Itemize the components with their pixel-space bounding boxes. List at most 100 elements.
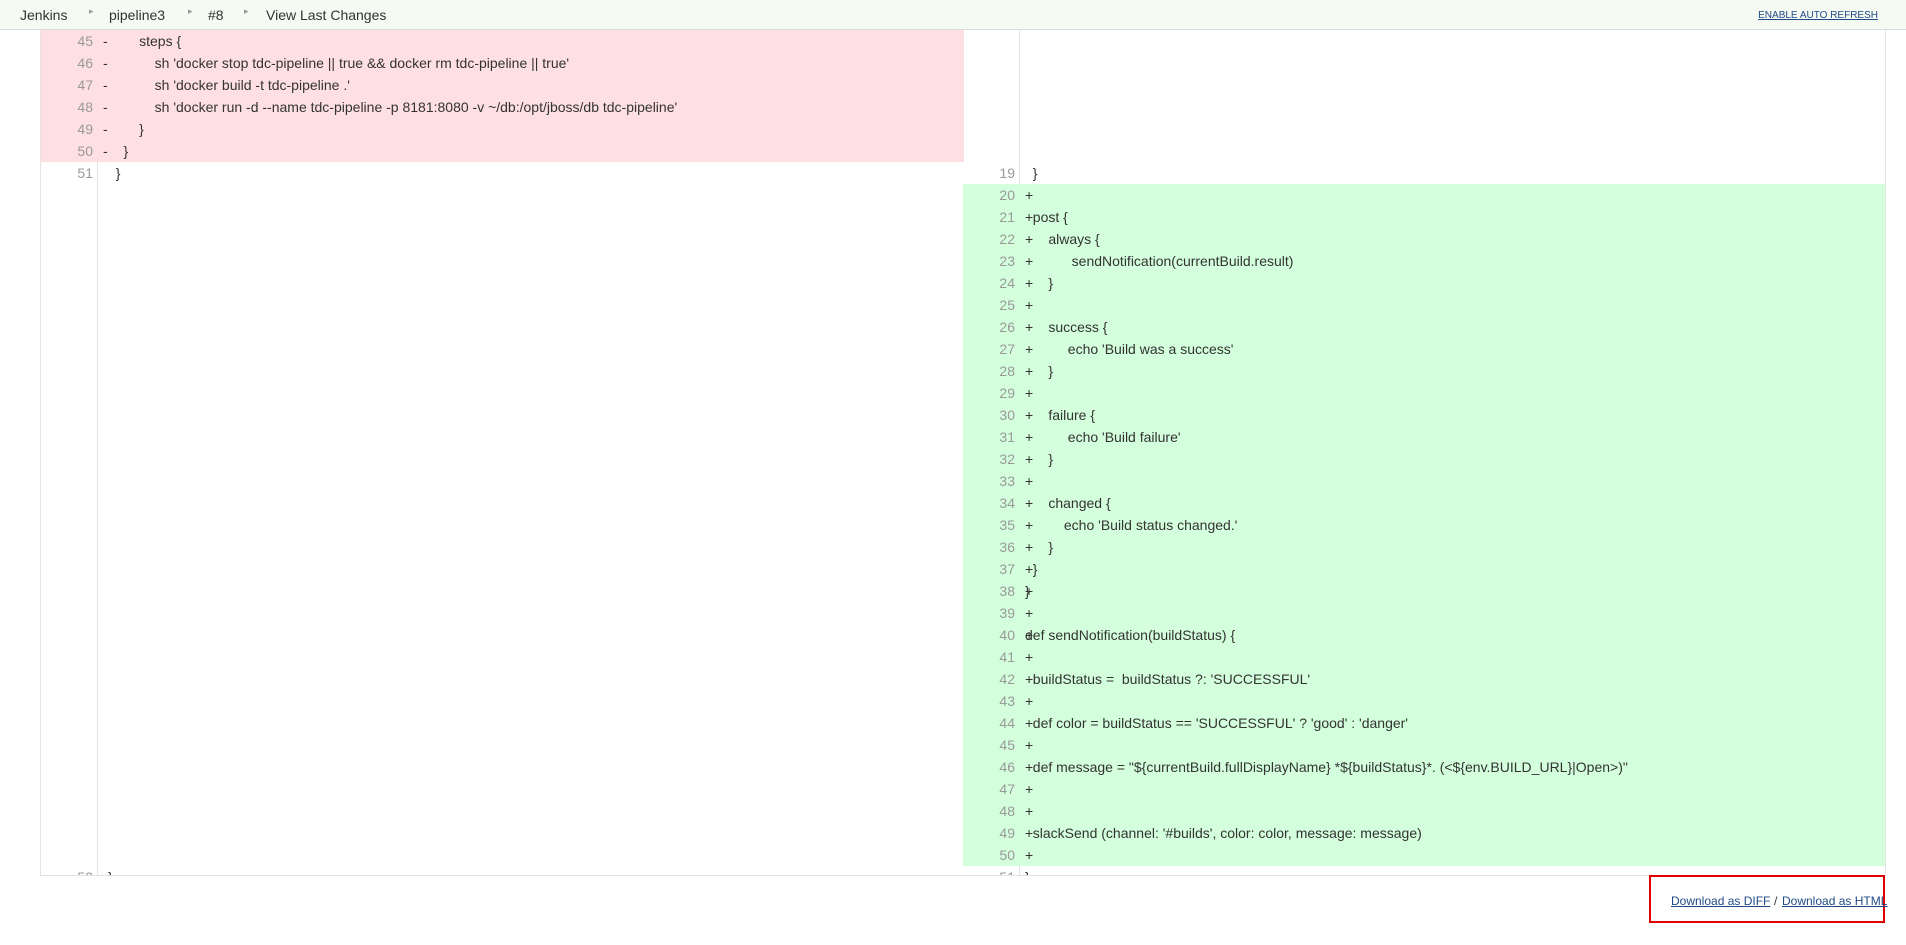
line-number: 40 [999,627,1015,643]
chevron-right-icon: ▸ [244,6,249,16]
diff-pane-new: 19 } 20 +21 + post {22 + always {23 + sendNot… [963,30,1886,876]
code-line: def sendNotification(buildStatus) { [1025,627,1236,643]
line-number: 24 [999,275,1015,291]
diff-marker: - [103,77,108,93]
breadcrumb-job[interactable]: pipeline3 [109,7,165,23]
line-number: 48 [77,99,93,115]
code-line: } [1025,583,1030,599]
download-links: Download as DIFF / Download as HTML [1649,875,1887,923]
added-line: 50 + [963,844,1885,866]
line-number: 42 [999,671,1015,687]
context-line: 19 } [963,162,1885,184]
line-number: 31 [999,429,1015,445]
breadcrumb-build[interactable]: #8 [208,7,224,23]
diff-pane-old: 45- steps {46- sh 'docker stop tdc-pipel… [40,30,964,876]
line-number: 25 [999,297,1015,313]
line-number: 47 [77,77,93,93]
code-line: } [1025,165,1038,181]
added-line: 29 + [963,382,1885,404]
added-line: 24 + } [963,272,1885,294]
line-number: 51 [963,866,1015,875]
code-line: def color = buildStatus == 'SUCCESSFUL' … [1025,715,1408,731]
diff-marker: - [103,143,108,159]
deleted-line: 47- sh 'docker build -t tdc-pipeline .' [41,74,964,96]
diff-marker: + [1025,649,1034,665]
diff-marker: + [1025,297,1034,313]
code-line: } [1025,451,1054,467]
line-number: 28 [999,363,1015,379]
line-number: 47 [999,781,1015,797]
added-line: 27 + echo 'Build was a success' [963,338,1885,360]
added-line: 46 + def message = "${currentBuild.fullDi… [963,756,1885,778]
download-separator: / [1774,894,1778,908]
diff-marker: + [1025,605,1034,621]
line-number: 49 [999,825,1015,841]
breadcrumb-jenkins[interactable]: Jenkins [20,7,67,23]
code-line: post { [1025,209,1068,225]
enable-auto-refresh-link[interactable]: ENABLE AUTO REFRESH [1758,10,1878,21]
diff-marker: - [103,99,108,115]
download-html-link[interactable]: Download as HTML [1782,894,1887,908]
deleted-line: 50- } [41,140,964,162]
added-line: 45 + [963,734,1885,756]
context-line: 51 } [41,162,964,184]
code-line: } [1025,561,1038,577]
added-line: 26 + success { [963,316,1885,338]
added-line: 40 + def sendNotification(buildStatus) { [963,624,1885,646]
code-line: steps { [108,33,182,49]
added-line: 47 + [963,778,1885,800]
diff-marker: + [1025,803,1034,819]
added-line: 20 + [963,184,1885,206]
code-line: } [108,866,113,875]
deleted-line: 49- } [41,118,964,140]
diff-marker: + [1025,693,1034,709]
diff-marker: + [1025,187,1034,203]
deleted-line: 46- sh 'docker stop tdc-pipeline || true… [41,52,964,74]
code-line: buildStatus = buildStatus ?: 'SUCCESSFUL… [1025,671,1311,687]
line-number: 50 [77,143,93,159]
code-line: } [1025,866,1030,875]
chevron-right-icon: ▸ [89,6,94,16]
code-line: echo 'Build status changed.' [1025,517,1238,533]
added-line: 22 + always { [963,228,1885,250]
code-line: always { [1025,231,1100,247]
line-number: 46 [77,55,93,71]
line-number: 32 [999,451,1015,467]
added-line: 38 +} [963,580,1885,602]
code-line: } [1025,539,1054,555]
line-number: 23 [999,253,1015,269]
line-number: 34 [999,495,1015,511]
line-number: 29 [999,385,1015,401]
added-line: 44 + def color = buildStatus == 'SUCCESSF… [963,712,1885,734]
code-line: echo 'Build failure' [1025,429,1181,445]
line-number: 22 [999,231,1015,247]
diff-marker: + [1025,781,1034,797]
added-line: 37 + } [963,558,1885,580]
line-number: 41 [999,649,1015,665]
breadcrumb-view-last-changes[interactable]: View Last Changes [266,7,386,23]
code-line: } [108,143,129,159]
code-line: changed { [1025,495,1111,511]
added-line: 48 + [963,800,1885,822]
line-number: 45 [77,33,93,49]
code-line: echo 'Build was a success' [1025,341,1234,357]
line-number: 30 [999,407,1015,423]
code-line: } [1025,275,1054,291]
added-line: 41 + [963,646,1885,668]
line-number: 48 [999,803,1015,819]
code-line: sh 'docker build -t tdc-pipeline .' [108,77,350,93]
diff-marker: + [1025,847,1034,863]
diff-marker: + [1025,737,1034,753]
added-line: 39 + [963,602,1885,624]
code-line: slackSend (channel: '#builds', color: co… [1025,825,1422,841]
deleted-line: 45- steps { [41,30,964,52]
line-number: 43 [999,693,1015,709]
line-number: 37 [999,561,1015,577]
diff-marker: - [103,33,108,49]
added-line: 21 + post { [963,206,1885,228]
added-line: 25 + [963,294,1885,316]
download-diff-link[interactable]: Download as DIFF [1671,894,1770,908]
code-line: } [1025,363,1054,379]
line-number: 49 [77,121,93,137]
line-number: 50 [999,847,1015,863]
